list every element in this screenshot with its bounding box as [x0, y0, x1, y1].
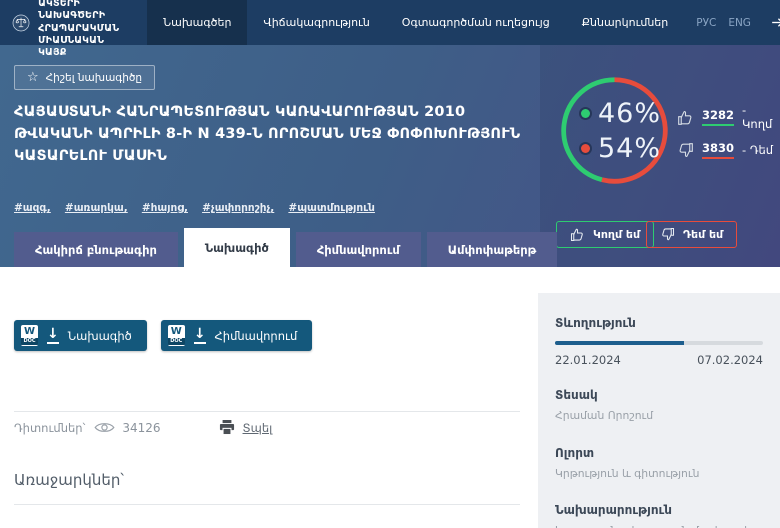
vote-donut-chart: 46% 54% [557, 73, 672, 188]
download-draft-button[interactable]: W DOC ↓ Նախագիծ [14, 320, 147, 351]
star-icon: ☆ [27, 71, 39, 84]
download-draft-label: Նախագիծ [68, 329, 132, 343]
draft-title: ՀԱՅԱՍՏԱՆԻ ՀԱՆՐԱՊԵՏՈՒԹՅԱՆ ԿԱՌԱՎԱՐՈՒԹՅԱՆ 2… [14, 102, 522, 167]
header: ԻՐԱՎԱԿԱՆ ԱԿՏԵՐԻ ՆԱԽԱԳԾԵՐԻ ՀՐԱՊԱՐԱԿՄԱՆ ՄԻ… [0, 0, 780, 45]
word-doc-icon: W DOC [168, 325, 185, 346]
type-value: Հրաման Որոշում [555, 408, 763, 425]
download-justification-button[interactable]: W DOC ↓ Հիմնավորում [161, 320, 312, 351]
vote-for-button[interactable]: Կողմ եմ [556, 221, 654, 248]
vote-against-button[interactable]: Դեմ եմ [646, 221, 737, 248]
tab-justification[interactable]: Հիմնավորում [296, 232, 421, 267]
type-label: Տեսակ [555, 388, 763, 402]
site-logo[interactable]: ԻՐԱՎԱԿԱՆ ԱԿՏԵՐԻ ՆԱԽԱԳԾԵՐԻ ՀՐԱՊԱՐԱԿՄԱՆ ՄԻ… [0, 0, 147, 45]
tab-draft[interactable]: Նախագիծ [184, 228, 290, 267]
for-percent-row: 46% [581, 98, 672, 129]
sector-value: Կրթություն և գիտություն [555, 466, 763, 483]
vote-for-label: Կողմ եմ [593, 228, 640, 241]
hashtag[interactable]: #պատմություն [288, 202, 375, 214]
tab-summary-sheet[interactable]: Ամփոփաթերթ [427, 232, 558, 267]
duration-progress-bar [555, 341, 763, 345]
vote-against-label: Դեմ եմ [683, 228, 723, 241]
against-count-link[interactable]: 3830 [702, 141, 734, 159]
details-sidebar: Տևողություն 22.01.2024 07.02.2024 Տեսակ … [538, 293, 780, 528]
duration-end-date: 07.02.2024 [697, 353, 763, 367]
document-tabs: Հակիրճ բնութագիր Նախագիծ Հիմնավորում Ամփ… [14, 228, 557, 267]
for-dot-icon [581, 109, 590, 118]
voting-panel: 46% 54% 3282 - Կողմ [540, 45, 780, 267]
hashtag[interactable]: #հայոց, [142, 202, 188, 214]
printer-icon [219, 420, 235, 435]
hashtag[interactable]: #չափորոշիչ, [202, 202, 274, 214]
suggestions-heading: Առաջարկներ՝ [14, 471, 124, 489]
bookmark-draft-button[interactable]: ☆ Հիշել նախագիծը [14, 65, 155, 90]
main-nav: Նախագծեր Վիճակագրություն Օգտագործման ուղ… [147, 0, 780, 45]
views-label: Դիտումներ՝ [14, 421, 85, 435]
download-icon: ↓ [47, 327, 59, 344]
language-switcher: РУС ENG [684, 0, 763, 45]
login-icon [771, 15, 780, 30]
bookmark-label: Հիշել նախագիծը [46, 72, 142, 84]
download-buttons: W DOC ↓ Նախագիծ W DOC ↓ Հիմնավորում [14, 320, 312, 351]
hashtag-list: #ազգ, #առարկա, #հայոց, #չափորոշիչ, #պատմ… [14, 196, 384, 215]
ministry-label: Նախարարություն [555, 503, 763, 517]
duration-progress-fill [555, 341, 684, 345]
thumb-down-icon [677, 142, 694, 159]
download-icon: ↓ [194, 327, 206, 344]
coat-of-arms-icon [12, 6, 30, 40]
for-label: - Կողմ [742, 103, 780, 131]
nav-item-user-guide[interactable]: Օգտագործման ուղեցույց [386, 0, 566, 45]
against-percent-row: 54% [581, 133, 672, 164]
hashtag[interactable]: #ազգ, [14, 202, 51, 214]
for-votes-stat: 3282 - Կողմ [677, 103, 780, 131]
against-dot-icon [581, 144, 590, 153]
nav-item-discussions[interactable]: Քննարկումներ [566, 0, 685, 45]
hero-banner: ☆ Հիշել նախագիծը ՀԱՅԱՍՏԱՆԻ ՀԱՆՐԱՊԵՏՈՒԹՅԱ… [0, 45, 780, 267]
duration-label: Տևողություն [555, 316, 763, 330]
divider [14, 411, 520, 412]
print-label: Տպել [243, 421, 273, 435]
download-justification-label: Հիմնավորում [215, 329, 298, 343]
thumb-up-icon [677, 109, 694, 126]
lang-eng[interactable]: ENG [728, 17, 751, 29]
nav-item-statistics[interactable]: Վիճակագրություն [247, 0, 385, 45]
page: ԻՐԱՎԱԿԱՆ ԱԿՏԵՐԻ ՆԱԽԱԳԾԵՐԻ ՀՐԱՊԱՐԱԿՄԱՆ ՄԻ… [0, 0, 780, 528]
for-count-link[interactable]: 3282 [702, 108, 734, 126]
for-percent: 46% [598, 98, 661, 129]
against-percent: 54% [598, 133, 661, 164]
ministry-value: Կրթության, գիտության,մշակույթի և սպորտի … [555, 523, 763, 528]
site-name: ԻՐԱՎԱԿԱՆ ԱԿՏԵՐԻ ՆԱԽԱԳԾԵՐԻ ՀՐԱՊԱՐԱԿՄԱՆ ՄԻ… [38, 0, 135, 60]
against-votes-stat: 3830 - Դեմ [677, 141, 773, 159]
eye-icon [94, 421, 115, 434]
nav-item-drafts[interactable]: Նախագծեր [147, 0, 247, 45]
views-print-row: Դիտումներ՝ 34126 Տպել [14, 420, 272, 435]
login-button[interactable]: Մուտք [763, 0, 780, 45]
against-label: - Դեմ [742, 143, 773, 157]
tab-brief-description[interactable]: Հակիրճ բնութագիր [14, 232, 178, 267]
views-count: 34126 [122, 421, 160, 435]
sector-label: Ոլորտ [555, 446, 763, 460]
word-doc-icon: W DOC [21, 325, 38, 346]
duration-start-date: 22.01.2024 [555, 353, 621, 367]
thumb-up-icon [570, 227, 585, 242]
lang-rus[interactable]: РУС [696, 17, 716, 29]
print-button[interactable]: Տպել [219, 420, 273, 435]
divider [14, 504, 520, 505]
hashtag[interactable]: #առարկա, [65, 202, 128, 214]
thumb-down-icon [660, 227, 675, 242]
